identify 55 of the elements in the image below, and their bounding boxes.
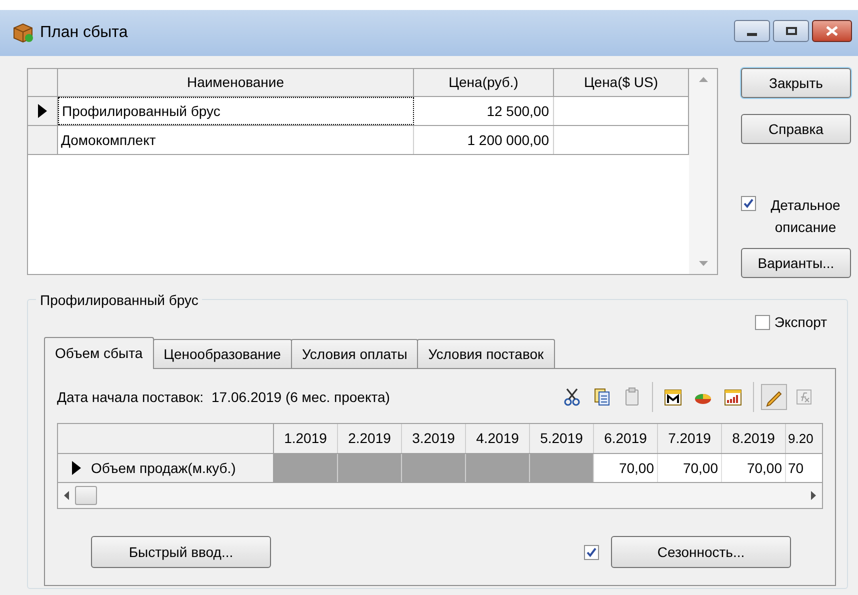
row-header: Объем продаж(м.куб.) [91,458,236,478]
tab[interactable]: Условия оплаты [290,339,418,368]
column-header[interactable]: Наименование [58,69,414,96]
scroll-left-icon [64,491,69,500]
scroll-up-icon [698,77,708,82]
horizontal-scrollbar[interactable] [58,483,822,508]
column-header[interactable]: 3.2019 [402,424,466,453]
column-header[interactable]: 6.2019 [594,424,658,453]
row-indicator[interactable] [28,97,58,125]
table-cell-text: 70 [787,458,805,478]
checkmark-icon [586,546,597,558]
vertical-scrollbar[interactable] [689,69,717,274]
column-header[interactable]: 5.2019 [530,424,594,453]
table-cell: 70,00 [594,454,658,482]
row-pointer-icon [38,104,47,118]
quick-input-button[interactable]: Быстрый ввод... [91,536,271,568]
start-date-value: 17.06.2019 (6 мес. проекта) [212,388,390,407]
scroll-down-icon [698,261,708,266]
seasonality-checkbox[interactable] [584,544,599,560]
pencil-icon[interactable] [761,384,787,410]
table-cell: 70,00 [658,454,722,482]
column-header[interactable]: 2.2019 [338,424,402,453]
row-pointer-icon [72,461,81,475]
table-cell: 12 500,00 [414,97,554,125]
seasonality-button[interactable]: Сезонность... [611,536,791,568]
close-button[interactable] [812,20,852,42]
column-header[interactable]: Цена(руб.) [414,69,554,96]
column-header[interactable]: 4.2019 [466,424,530,453]
tab[interactable]: Объем сбыта [44,337,154,369]
checkbox-label: Экспорт [774,313,827,332]
table-cell: 1 200 000,00 [414,126,554,154]
window-title: План сбыта [40,23,128,43]
table-cell: Профилированный брус [58,97,414,125]
export-checkbox[interactable] [755,315,770,330]
detail-checkbox[interactable] [741,196,756,211]
box-icon [12,22,34,44]
tab[interactable]: Ценообразование [152,339,292,368]
table-cell: 70,00 [722,454,786,482]
checkmark-icon [743,198,754,209]
column-header[interactable]: 8.2019 [722,424,786,453]
column-header[interactable]: 1.2019 [274,424,338,453]
close-icon [826,26,838,36]
action-button[interactable]: Закрыть [741,68,851,98]
scroll-right-icon [811,491,816,500]
scroll-thumb[interactable] [75,486,97,505]
action-button[interactable]: Варианты... [741,248,851,278]
start-date-label: Дата начала поставок: [57,388,204,407]
column-header[interactable]: 7.2019 [658,424,722,453]
table-cell: Домокомплект [58,126,414,154]
column-header[interactable]: 9.20 [786,424,822,453]
minimize-button[interactable] [734,20,770,42]
maximize-button[interactable] [773,20,809,42]
checkbox-label: Детальное описание [770,196,842,237]
tab[interactable]: Условия поставок [417,339,555,368]
action-button[interactable]: Справка [741,114,851,144]
